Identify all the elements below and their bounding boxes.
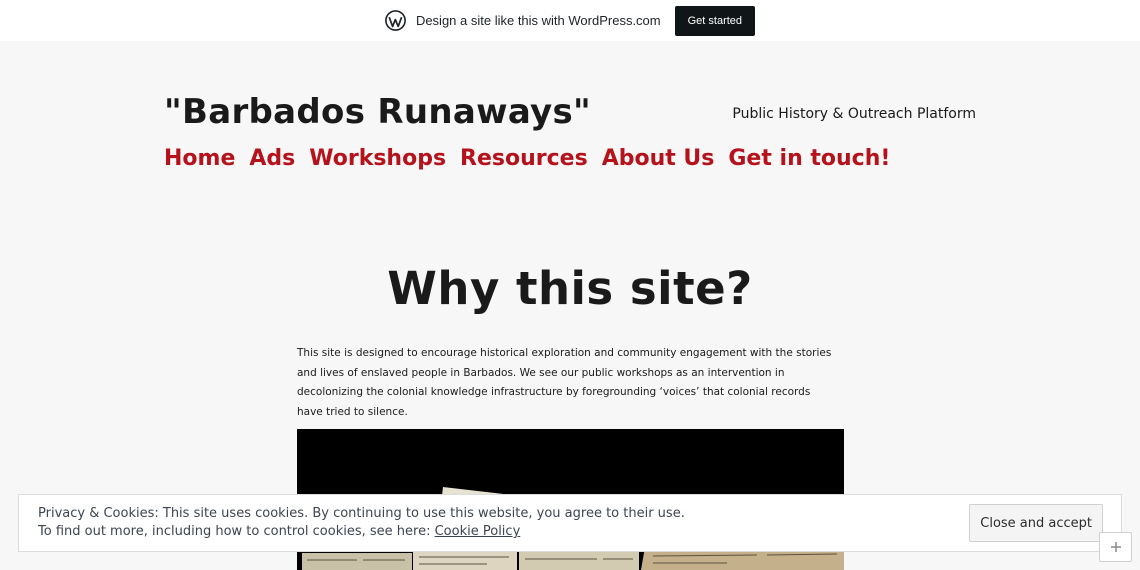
get-started-button[interactable]: Get started bbox=[674, 5, 756, 36]
nav-item-home[interactable]: Home bbox=[164, 146, 235, 171]
intro-paragraph: This site is designed to encourage histo… bbox=[297, 347, 832, 418]
follow-icon bbox=[1110, 542, 1121, 552]
nav-item-workshops[interactable]: Workshops bbox=[309, 146, 446, 171]
main-navigation: Home Ads Workshops Resources About Us Ge… bbox=[164, 146, 890, 171]
promo-text: Design a site like this with WordPress.c… bbox=[415, 13, 661, 28]
cookie-policy-link[interactable]: Cookie Policy bbox=[435, 524, 521, 539]
follow-button[interactable] bbox=[1099, 532, 1132, 562]
wordpress-promo-bar: Design a site like this with WordPress.c… bbox=[0, 0, 1140, 41]
site-title[interactable]: "Barbados Runaways" bbox=[164, 92, 591, 132]
wordpress-logo-icon bbox=[385, 10, 406, 31]
nav-item-resources[interactable]: Resources bbox=[460, 146, 588, 171]
site-tagline: Public History & Outreach Platform bbox=[732, 106, 976, 122]
cookie-line-2-text: To find out more, including how to contr… bbox=[38, 524, 435, 539]
cookie-line-2: To find out more, including how to contr… bbox=[38, 523, 685, 541]
nav-item-ads[interactable]: Ads bbox=[249, 146, 295, 171]
nav-item-about-us[interactable]: About Us bbox=[602, 146, 715, 171]
page-headline: Why this site? bbox=[387, 262, 753, 315]
cookie-banner: Privacy & Cookies: This site uses cookie… bbox=[18, 494, 1122, 552]
cookie-text: Privacy & Cookies: This site uses cookie… bbox=[38, 505, 685, 541]
close-and-accept-button[interactable]: Close and accept bbox=[969, 504, 1103, 542]
nav-item-get-in-touch[interactable]: Get in touch! bbox=[728, 146, 890, 171]
cookie-line-1: Privacy & Cookies: This site uses cookie… bbox=[38, 506, 685, 521]
